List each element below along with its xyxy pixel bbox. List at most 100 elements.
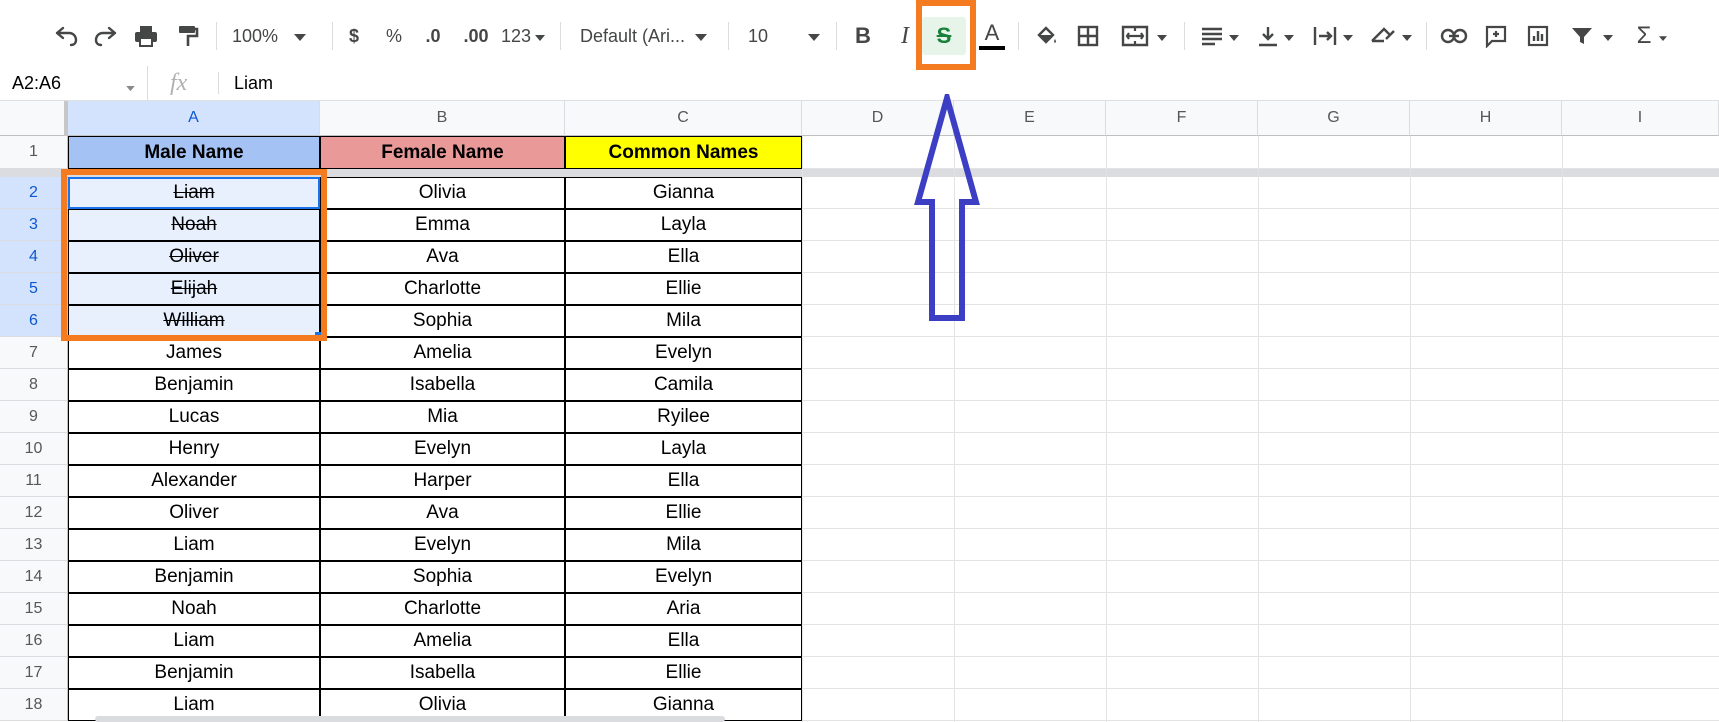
data-cell[interactable]: Liam — [68, 529, 320, 561]
row-header[interactable]: 10 — [0, 433, 68, 465]
header-cell[interactable]: Female Name — [320, 136, 565, 169]
data-cell[interactable]: Evelyn — [565, 337, 802, 369]
row-header[interactable]: 8 — [0, 369, 68, 401]
row-header[interactable]: 12 — [0, 497, 68, 529]
vertical-align-icon[interactable] — [1252, 16, 1300, 56]
data-cell[interactable]: Charlotte — [320, 273, 565, 305]
data-cell[interactable]: Benjamin — [68, 657, 320, 689]
data-cell[interactable]: Ryilee — [565, 401, 802, 433]
data-cell[interactable]: Layla — [565, 433, 802, 465]
decrease-decimal-button[interactable]: .0 — [418, 16, 448, 56]
row-header[interactable]: 3 — [0, 209, 68, 241]
data-cell[interactable]: Charlotte — [320, 593, 565, 625]
column-header[interactable]: B — [320, 101, 565, 136]
select-all-corner[interactable] — [0, 101, 68, 136]
redo-icon[interactable] — [88, 16, 124, 56]
text-wrap-icon[interactable] — [1308, 16, 1358, 56]
bold-button[interactable]: B — [848, 16, 878, 56]
data-cell[interactable]: Ellie — [565, 657, 802, 689]
data-cell[interactable]: Harper — [320, 465, 565, 497]
data-cell[interactable]: Sophia — [320, 561, 565, 593]
column-header[interactable]: I — [1562, 101, 1719, 136]
horizontal-align-icon[interactable] — [1196, 16, 1244, 56]
text-color-button[interactable]: A — [976, 16, 1008, 56]
percent-format-button[interactable]: % — [380, 16, 408, 56]
row-header[interactable]: 5 — [0, 273, 68, 305]
zoom-select[interactable]: 100% — [232, 16, 322, 56]
insert-comment-icon[interactable] — [1478, 16, 1514, 56]
data-cell[interactable]: Mila — [565, 305, 802, 337]
data-cell[interactable]: Lucas — [68, 401, 320, 433]
filter-icon[interactable] — [1564, 16, 1620, 56]
data-cell[interactable]: Ella — [565, 625, 802, 657]
increase-decimal-button[interactable]: .00 — [458, 16, 494, 56]
data-cell[interactable]: Emma — [320, 209, 565, 241]
row-header[interactable]: 1 — [0, 136, 68, 169]
horizontal-scrollbar[interactable] — [95, 716, 725, 722]
data-cell[interactable]: Evelyn — [320, 529, 565, 561]
row-header[interactable]: 11 — [0, 465, 68, 497]
data-cell[interactable]: Gianna — [565, 177, 802, 209]
data-cell[interactable]: Henry — [68, 433, 320, 465]
data-cell[interactable]: Ellie — [565, 497, 802, 529]
data-cell[interactable]: Liam — [68, 625, 320, 657]
column-header[interactable]: H — [1410, 101, 1562, 136]
column-header[interactable]: F — [1106, 101, 1258, 136]
row-header[interactable]: 13 — [0, 529, 68, 561]
data-cell[interactable]: Evelyn — [320, 433, 565, 465]
data-cell[interactable]: Sophia — [320, 305, 565, 337]
row-header[interactable]: 4 — [0, 241, 68, 273]
data-cell[interactable]: Benjamin — [68, 561, 320, 593]
undo-icon[interactable] — [48, 16, 84, 56]
row-header[interactable]: 14 — [0, 561, 68, 593]
data-cell[interactable]: Ella — [565, 465, 802, 497]
data-cell[interactable]: Alexander — [68, 465, 320, 497]
header-cell[interactable]: Male Name — [68, 136, 320, 169]
data-cell[interactable]: Mia — [320, 401, 565, 433]
data-cell[interactable]: Ava — [320, 241, 565, 273]
row-header[interactable]: 2 — [0, 177, 68, 209]
header-cell[interactable]: Common Names — [565, 136, 802, 169]
data-cell[interactable]: Aria — [565, 593, 802, 625]
row-header[interactable]: 17 — [0, 657, 68, 689]
name-box[interactable]: A2:A6 — [0, 66, 148, 100]
data-cell[interactable]: Amelia — [320, 337, 565, 369]
functions-button[interactable]: Σ — [1630, 16, 1674, 56]
data-cell[interactable]: Isabella — [320, 369, 565, 401]
data-cell[interactable]: Olivia — [320, 177, 565, 209]
currency-format-button[interactable]: $ — [340, 16, 368, 56]
insert-link-icon[interactable] — [1436, 16, 1472, 56]
data-cell[interactable]: Ellie — [565, 273, 802, 305]
row-header[interactable]: 7 — [0, 337, 68, 369]
number-format-select[interactable]: 123 — [498, 16, 548, 56]
data-cell[interactable]: Isabella — [320, 657, 565, 689]
data-cell[interactable]: Evelyn — [565, 561, 802, 593]
text-rotation-icon[interactable] — [1366, 16, 1416, 56]
data-cell[interactable]: Noah — [68, 593, 320, 625]
paint-format-icon[interactable] — [170, 16, 206, 56]
row-header[interactable]: 16 — [0, 625, 68, 657]
font-family-select[interactable]: Default (Ari... — [580, 16, 720, 56]
data-cell[interactable]: James — [68, 337, 320, 369]
print-icon[interactable] — [128, 16, 164, 56]
fill-color-icon[interactable] — [1030, 16, 1062, 56]
borders-icon[interactable] — [1072, 16, 1104, 56]
row-header[interactable]: 6 — [0, 305, 68, 337]
data-cell[interactable]: Amelia — [320, 625, 565, 657]
data-cell[interactable]: Mila — [565, 529, 802, 561]
data-cell[interactable]: Ava — [320, 497, 565, 529]
data-cell[interactable]: Oliver — [68, 497, 320, 529]
data-cell[interactable]: Benjamin — [68, 369, 320, 401]
column-header[interactable]: C — [565, 101, 802, 136]
font-size-select[interactable]: 10 — [748, 16, 826, 56]
frozen-col-divider[interactable] — [64, 101, 68, 136]
row-header[interactable]: 9 — [0, 401, 68, 433]
row-header[interactable]: 18 — [0, 689, 68, 721]
data-cell[interactable]: Camila — [565, 369, 802, 401]
data-cell[interactable]: Ella — [565, 241, 802, 273]
data-cell[interactable]: Layla — [565, 209, 802, 241]
column-header[interactable]: A — [68, 101, 320, 136]
merge-cells-icon[interactable] — [1116, 16, 1172, 56]
row-header[interactable]: 15 — [0, 593, 68, 625]
column-header[interactable]: G — [1258, 101, 1410, 136]
